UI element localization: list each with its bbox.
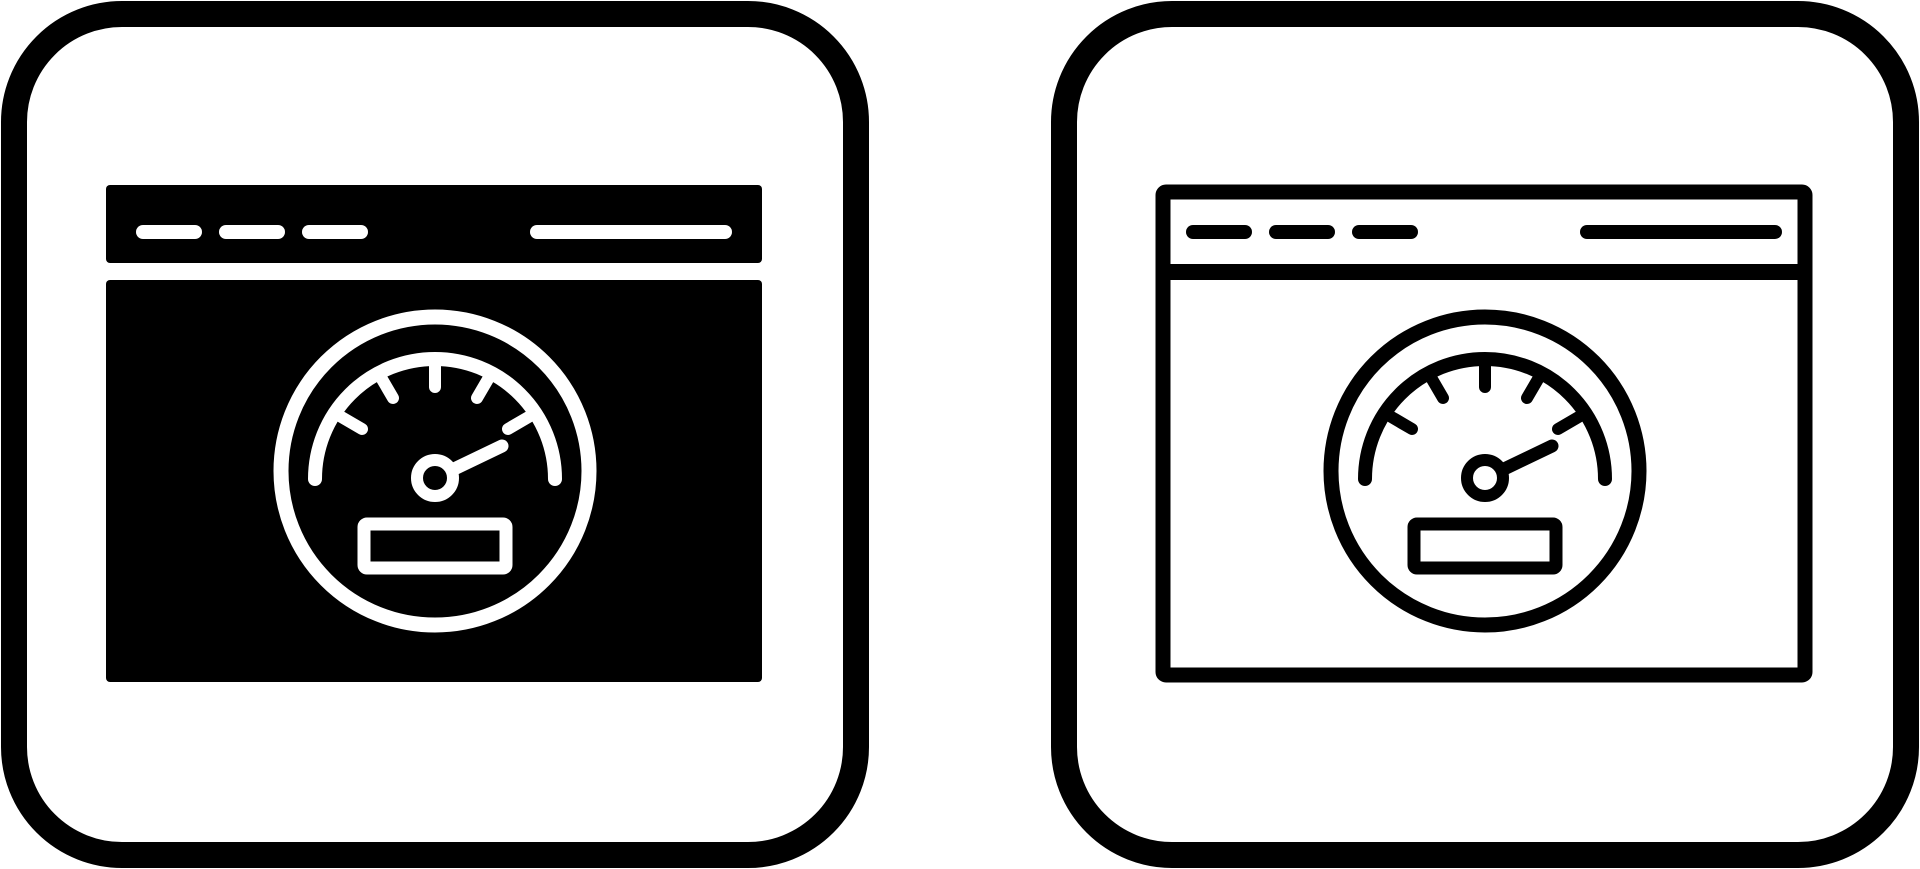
browser-speedometer-line-icon xyxy=(1051,1,1919,868)
browser-speedometer-glyph-icon xyxy=(1,1,869,868)
tile-frame xyxy=(1051,1,1919,868)
icon-pair xyxy=(0,0,1920,869)
line-icon-tile xyxy=(1050,0,1920,869)
browser-toolbar xyxy=(106,185,762,263)
glyph-icon-tile xyxy=(0,0,870,869)
